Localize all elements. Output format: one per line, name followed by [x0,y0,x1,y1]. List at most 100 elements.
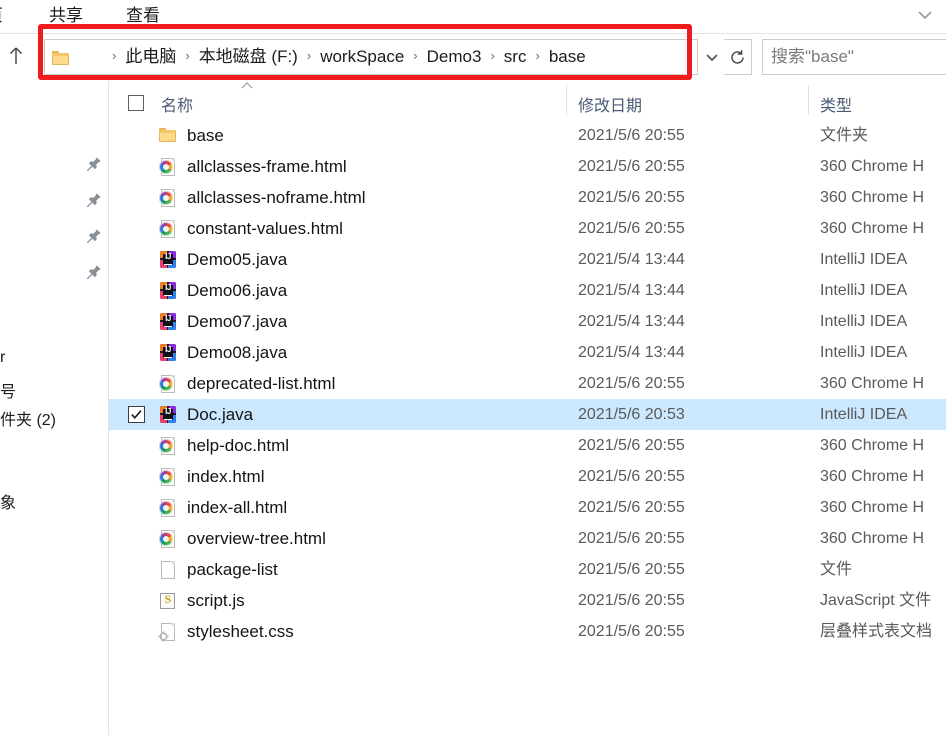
breadcrumb-item-1[interactable]: 本地磁盘 (F:) [197,40,300,74]
chrome-html-icon [158,498,178,518]
file-row[interactable]: deprecated-list.html 2021/5/6 20:55 360 Ch… [109,368,946,399]
file-date-modified: 2021/5/6 20:55 [578,375,685,392]
ribbon-tab-share[interactable]: 共享 [49,3,83,29]
file-name: index.html [187,467,265,486]
column-header-name[interactable]: 名称 [161,92,193,116]
file-date-modified: 2021/5/6 20:55 [578,220,685,237]
file-type: 360 Chrome H [820,220,925,237]
navpane-item-label-1[interactable]: 号 [0,378,16,402]
column-divider[interactable] [808,85,809,115]
file-icon [158,560,178,580]
file-name: overview-tree.html [187,529,326,548]
file-row[interactable]: help-doc.html 2021/5/6 20:55 360 Chrome H [109,430,946,461]
breadcrumb-item-5[interactable]: base [547,40,588,74]
select-all-checkbox[interactable] [128,95,144,111]
breadcrumb-item-4[interactable]: src [502,40,529,74]
navpane-item-label-2[interactable]: 件夹 (2) [0,406,56,430]
file-name: constant-values.html [187,219,343,238]
file-date-modified: 2021/5/6 20:55 [578,530,685,547]
intellij-idea-icon: IJ [158,250,178,270]
file-date-modified: 2021/5/4 13:44 [578,344,685,361]
file-type: IntelliJ IDEA [820,313,908,330]
file-row[interactable]: Sscript.js 2021/5/6 20:55 JavaScript 文件 [109,585,946,616]
pin-icon[interactable] [85,155,103,173]
file-name: script.js [187,591,245,610]
file-row[interactable]: IJ Demo07.java 2021/5/4 13:44 IntelliJ IDEA [109,306,946,337]
file-type: IntelliJ IDEA [820,344,908,361]
navpane-item-label-0[interactable]: r [0,349,5,367]
intellij-idea-icon: IJ [158,312,178,332]
chevron-down-icon[interactable] [914,6,936,24]
file-row[interactable]: index-all.html 2021/5/6 20:55 360 Chrome H [109,492,946,523]
address-bar[interactable]: › 此电脑 › 本地磁盘 (F:) › workSpace › Demo3 › … [44,39,698,75]
file-row[interactable]: IJ Demo05.java 2021/5/4 13:44 IntelliJ IDEA [109,244,946,275]
file-row[interactable]: IJ Demo08.java 2021/5/4 13:44 IntelliJ IDEA [109,337,946,368]
breadcrumb-separator: › [490,48,495,63]
file-row[interactable]: IJ Demo06.java 2021/5/4 13:44 IntelliJ IDEA [109,275,946,306]
file-name: Demo05.java [187,250,288,269]
breadcrumb: › 此电脑 › 本地磁盘 (F:) › workSpace › Demo3 › … [105,40,588,74]
pin-icon[interactable] [85,227,103,245]
file-date-modified: 2021/5/6 20:53 [578,406,685,423]
file-date-modified: 2021/5/6 20:55 [578,561,685,578]
ribbon-tab-home[interactable]: 页 [0,3,3,29]
breadcrumb-separator: › [112,48,117,63]
pin-icon[interactable] [85,191,103,209]
file-row[interactable]: overview-tree.html 2021/5/6 20:55 360 Chro… [109,523,946,554]
chevron-down-icon[interactable] [700,39,724,75]
css-icon [158,622,178,642]
file-row[interactable]: index.html 2021/5/6 20:55 360 Chrome H [109,461,946,492]
arrow-up-icon[interactable] [2,42,30,70]
intellij-idea-icon: IJ [158,343,178,363]
file-row[interactable]: base 2021/5/6 20:55 文件夹 [109,120,946,151]
folder-icon [158,126,178,146]
file-type: 层叠样式表文档 [820,623,933,640]
caret-up-icon [239,80,255,90]
chrome-html-icon [158,529,178,549]
file-row[interactable]: allclasses-noframe.html 2021/5/6 20:55 360… [109,182,946,213]
file-row[interactable]: package-list 2021/5/6 20:55 文件 [109,554,946,585]
breadcrumb-separator: › [535,48,540,63]
ribbon-tab-view[interactable]: 查看 [126,3,160,29]
chrome-html-icon [158,157,178,177]
intellij-idea-icon: IJ [158,281,178,301]
file-name: index-all.html [187,498,288,517]
file-row[interactable]: allclasses-frame.html 2021/5/6 20:55 360 C… [109,151,946,182]
breadcrumb-item-3[interactable]: Demo3 [425,40,484,74]
breadcrumb-separator: › [185,48,190,63]
file-row[interactable]: constant-values.html 2021/5/6 20:55 360 Ch… [109,213,946,244]
breadcrumb-item-0[interactable]: 此电脑 [123,40,178,74]
file-row[interactable]: stylesheet.css 2021/5/6 20:55 层叠样式表文档 [109,616,946,647]
file-row[interactable]: IJ Doc.java 2021/5/6 20:53 IntelliJ IDEA [109,399,946,430]
search-input[interactable]: 搜索"base" [762,39,946,75]
chrome-html-icon [158,467,178,487]
navigation-pane: r 号 件夹 (2) 象 [0,81,108,735]
javascript-icon: S [158,591,178,611]
file-name: base [187,126,224,145]
folder-icon [51,49,71,69]
file-type: IntelliJ IDEA [820,251,908,268]
file-name: stylesheet.css [187,622,294,641]
chrome-html-icon [158,219,178,239]
file-list[interactable]: base 2021/5/6 20:55 文件夹 allclasses-frame.ht… [109,120,946,735]
file-name: Doc.java [187,405,254,424]
file-date-modified: 2021/5/4 13:44 [578,282,685,299]
column-header-type[interactable]: 类型 [820,92,852,116]
file-type: 360 Chrome H [820,468,925,485]
intellij-idea-icon: IJ [158,405,178,425]
chrome-html-icon [158,188,178,208]
breadcrumb-item-2[interactable]: workSpace [318,40,406,74]
navigation-bar: › 此电脑 › 本地磁盘 (F:) › workSpace › Demo3 › … [0,34,946,80]
row-checkbox[interactable] [128,406,145,423]
navpane-item-label-3[interactable]: 象 [0,489,16,513]
file-type: 文件 [820,561,853,578]
ribbon-tab-strip: 页 共享 查看 [0,0,946,34]
file-type: 文件夹 [820,127,869,144]
refresh-icon[interactable] [724,39,752,75]
file-type: JavaScript 文件 [820,592,932,609]
file-date-modified: 2021/5/4 13:44 [578,313,685,330]
file-name: package-list [187,560,278,579]
column-header-date[interactable]: 修改日期 [578,92,642,116]
pin-icon[interactable] [85,263,103,281]
column-divider[interactable] [566,85,567,115]
